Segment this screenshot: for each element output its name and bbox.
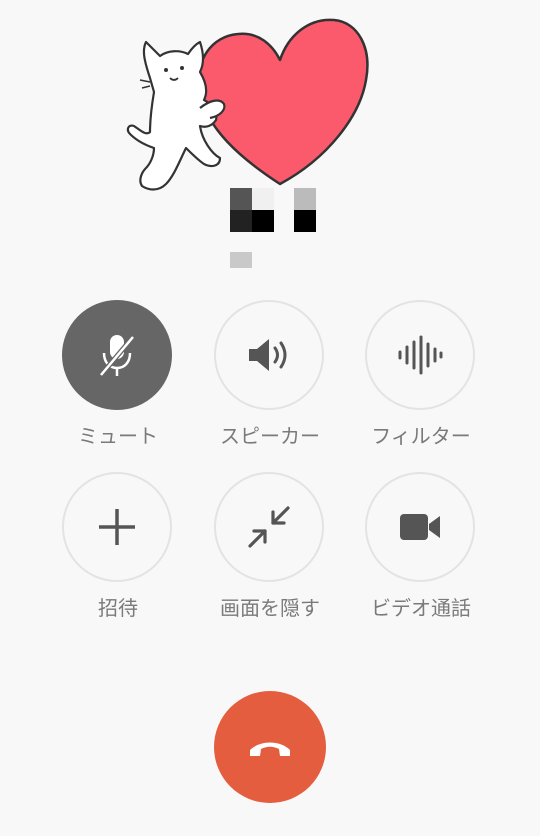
speaker-label: スピーカー: [220, 424, 320, 448]
hide-screen-button[interactable]: [214, 472, 324, 582]
filter-label: フィルター: [371, 424, 471, 448]
hide-screen-control: 画面を隠す: [214, 472, 326, 621]
video-camera-icon: [400, 514, 440, 540]
phone-hangup-icon: [250, 742, 290, 756]
plus-icon: [99, 509, 135, 545]
waveform-icon: [398, 335, 443, 375]
mute-label: ミュート: [78, 424, 158, 448]
caller-avatar: [126, 18, 369, 191]
speaker-button[interactable]: [214, 300, 324, 410]
end-call-button[interactable]: [214, 691, 326, 803]
video-call-label: ビデオ通話: [371, 596, 471, 620]
mute-button[interactable]: [62, 300, 172, 410]
mic-off-icon: [99, 335, 135, 377]
filter-button[interactable]: [365, 300, 475, 410]
video-call-control: ビデオ通話: [365, 472, 477, 621]
minimize-icon: [248, 506, 290, 548]
mute-control: ミュート: [62, 300, 174, 449]
hide-screen-label: 画面を隠す: [220, 596, 320, 620]
filter-control: フィルター: [365, 300, 477, 449]
invite-button[interactable]: [62, 472, 172, 582]
caller-name-redacted: [230, 188, 316, 232]
speaker-control: スピーカー: [214, 300, 326, 449]
invite-control: 招待: [62, 472, 174, 621]
video-call-button[interactable]: [365, 472, 475, 582]
heart-icon: [197, 18, 369, 186]
speaker-icon: [249, 339, 287, 371]
invite-label: 招待: [98, 596, 138, 620]
caller-status-redacted: [230, 252, 252, 268]
